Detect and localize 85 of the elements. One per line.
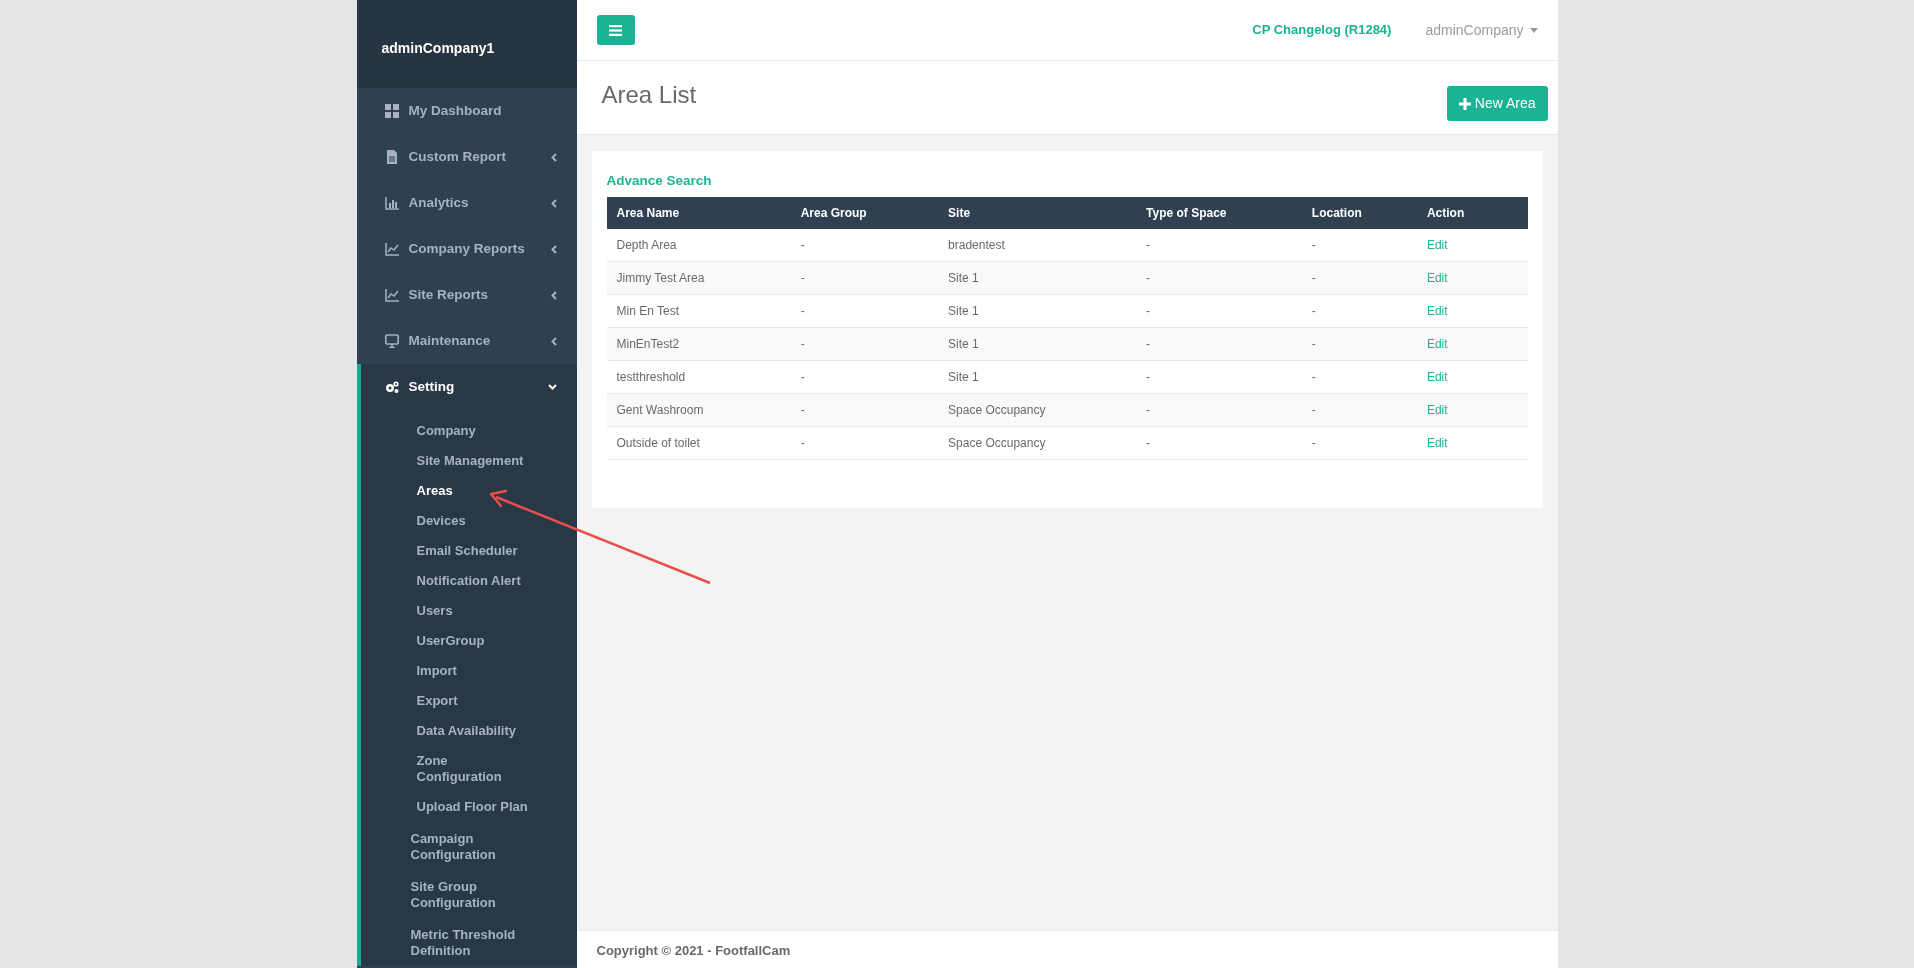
user-menu[interactable]: adminCompany [1425,19,1538,41]
submenu-item[interactable]: Site Management [360,446,551,476]
table-cell: - [1136,426,1302,460]
column-header: Type of Space [1136,197,1302,230]
column-header: Area Name [606,197,791,230]
table-cell: - [790,360,939,394]
table-cell: Outside of toilet [606,426,791,460]
sidebar-item[interactable]: My Dashboard [356,88,577,134]
submenu-item[interactable]: Upload Floor Plan [360,792,551,822]
gears-icon [384,380,399,394]
submenu-item[interactable]: Areas [360,476,551,506]
table-cell: Site 1 [938,360,1137,394]
table-cell: - [1301,294,1417,328]
column-header: Location [1301,197,1417,230]
table-cell: testthreshold [606,360,791,394]
copyright-text: Copyright © 2021 - FootfallCam [596,943,791,958]
table-cell: Min En Test [606,294,791,328]
line-chart-icon [384,242,399,256]
column-header: Site [938,197,1137,230]
table-cell: - [1301,393,1417,427]
table-cell: - [790,294,939,328]
chevron-left-icon [550,244,557,254]
table-cell: - [790,426,939,460]
table-cell: - [790,229,939,262]
submenu-item[interactable]: Zone Configuration [360,746,551,792]
table-cell: - [1301,261,1417,295]
menu-icon [609,24,622,36]
submenu-item[interactable]: Devices [360,506,551,536]
caret-icon [1529,27,1538,33]
document-icon [384,150,399,164]
monitor-icon [384,334,399,348]
chevron-left-icon [550,198,557,208]
submenu-item[interactable]: Email Scheduler [360,536,551,566]
sidebar-item[interactable]: Maintenance [356,318,577,364]
table-cell: Site 1 [938,327,1137,361]
table-cell: - [1301,360,1417,394]
table-cell: - [790,261,939,295]
page-title: Area List [601,81,697,111]
submenu-item[interactable]: Users [360,596,551,626]
table-cell: - [1301,426,1417,460]
sidebar-item[interactable]: Setting [356,364,577,410]
grid-icon [384,104,399,118]
submenu-item[interactable]: Metric Threshold Definition [360,918,551,966]
sidebar-item[interactable]: Company Reports [356,226,577,272]
submenu-item[interactable]: UserGroup [360,626,551,656]
table-cell: - [790,393,939,427]
submenu-item[interactable]: Data Availability [360,716,551,746]
submenu-item[interactable]: Site Group Configuration [360,870,551,918]
chevron-left-icon [550,152,557,162]
table-cell: - [1136,327,1302,361]
column-header: Area Group [790,197,939,230]
chevron-left-icon [550,290,557,300]
table-cell: Space Occupancy [938,426,1137,460]
chevron-down-icon [547,384,557,390]
table-cell: - [1136,393,1302,427]
chevron-left-icon [550,336,557,346]
bar-chart-icon [384,196,399,210]
menu-button[interactable] [596,15,635,45]
table-cell: - [1301,327,1417,361]
submenu-item[interactable]: Export [360,686,551,716]
table-cell: MinEnTest2 [606,327,791,361]
table-cell: Space Occupancy [938,393,1137,427]
table-cell: Site 1 [938,261,1137,295]
table-cell: bradentest [938,229,1137,262]
table-cell: - [1136,360,1302,394]
sidebar-item[interactable]: Site Reports [356,272,577,318]
submenu-item[interactable]: Import [360,656,551,686]
submenu-item[interactable]: Notification Alert [360,566,551,596]
table-cell: Depth Area [606,229,791,262]
table-cell: Jimmy Test Area [606,261,791,295]
table-cell: - [790,327,939,361]
table-cell: - [1136,294,1302,328]
line-chart-icon [384,288,399,302]
plus-icon [1458,97,1471,110]
column-header: Action [1416,197,1528,230]
table-cell: Gent Washroom [606,393,791,427]
table-cell: - [1136,229,1302,262]
sidebar-item[interactable]: Analytics [356,180,577,226]
submenu-item[interactable]: Company [360,416,551,446]
submenu-item[interactable]: Campaign Configuration [360,822,551,870]
table-cell: - [1301,229,1417,262]
table-cell: - [1136,261,1302,295]
sidebar-item[interactable]: Custom Report [356,134,577,180]
brand-name: adminCompany1 [381,39,495,58]
table-cell: Site 1 [938,294,1137,328]
